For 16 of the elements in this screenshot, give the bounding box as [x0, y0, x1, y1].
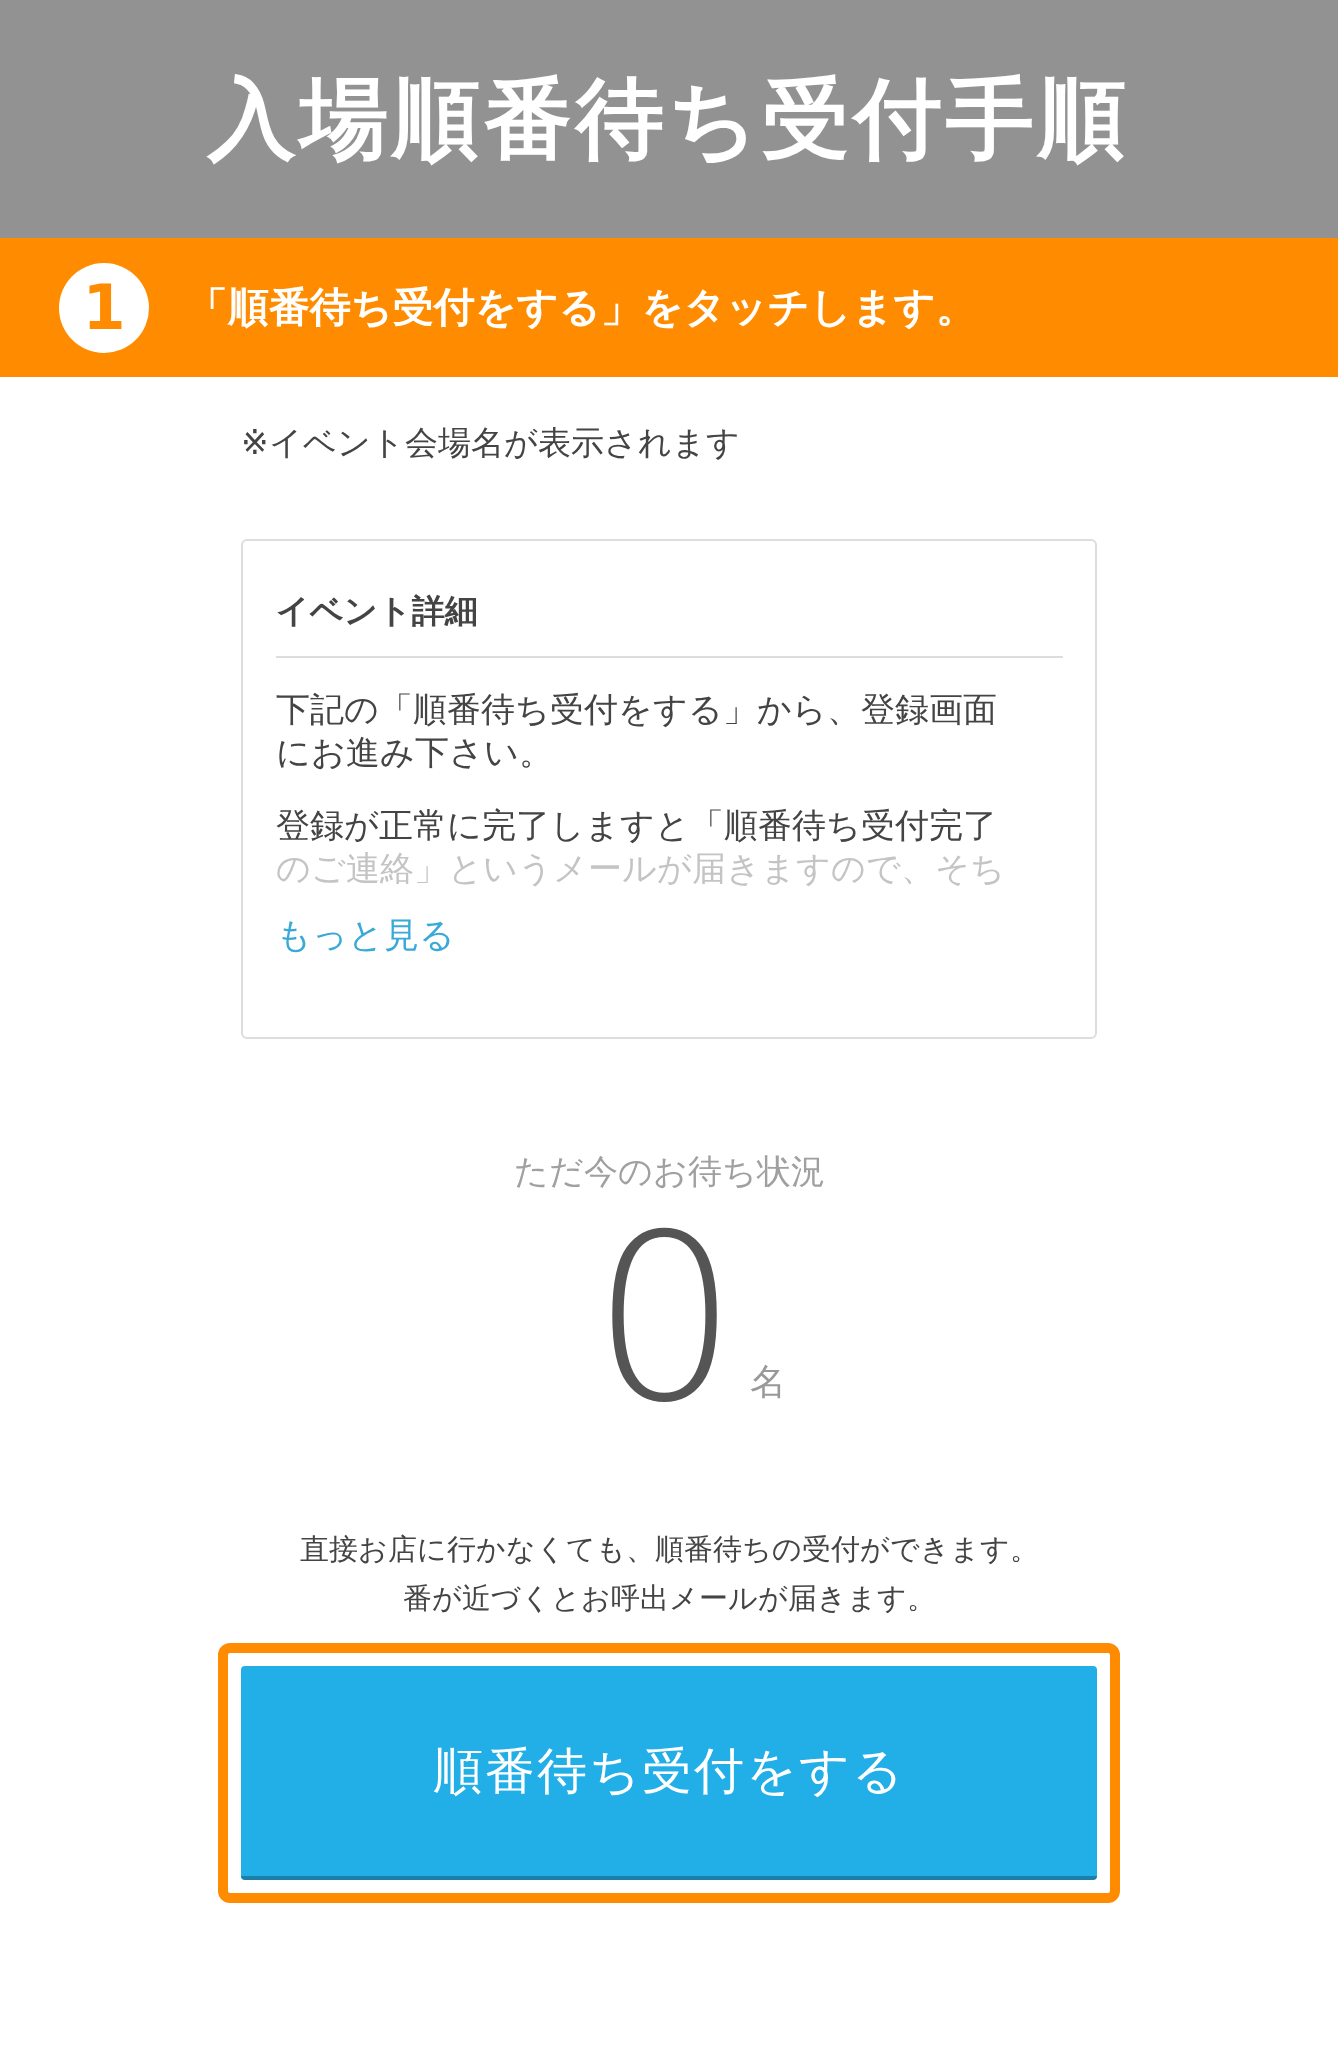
description-line: にお進み下さい。 [276, 731, 554, 774]
info-text: 直接お店に行かなくても、順番待ちの受付ができます。 [298, 1531, 1040, 1568]
venue-note: ※イベント会場名が表示されます [241, 422, 741, 464]
info-text: 番が近づくとお呼出メールが届きます。 [401, 1580, 937, 1617]
card-title: イベント詳細 [276, 589, 1063, 658]
step-number: 1 [59, 262, 149, 353]
description-line: 下記の「順番待ち受付をする」から、登録画面 [276, 688, 998, 731]
count-unit: 名 [750, 1360, 787, 1404]
queue-button[interactable]: 順番待ち受付をする [241, 1666, 1097, 1880]
waiting-status-label: ただ今のお待ち状況 [512, 1150, 826, 1193]
more-link[interactable]: もっと見る [276, 912, 455, 959]
description-line: 登録が正常に完了しますと「順番待ち受付完了 [276, 804, 998, 847]
step-instruction: 「順番待ち受付をする」をタッチします。 [187, 282, 977, 333]
page-title: 入場順番待ち受付手順 [208, 65, 1130, 172]
description-line: のご連絡」というメールが届きますので、そち [276, 847, 1006, 890]
waiting-count: 0 [591, 1205, 739, 1435]
